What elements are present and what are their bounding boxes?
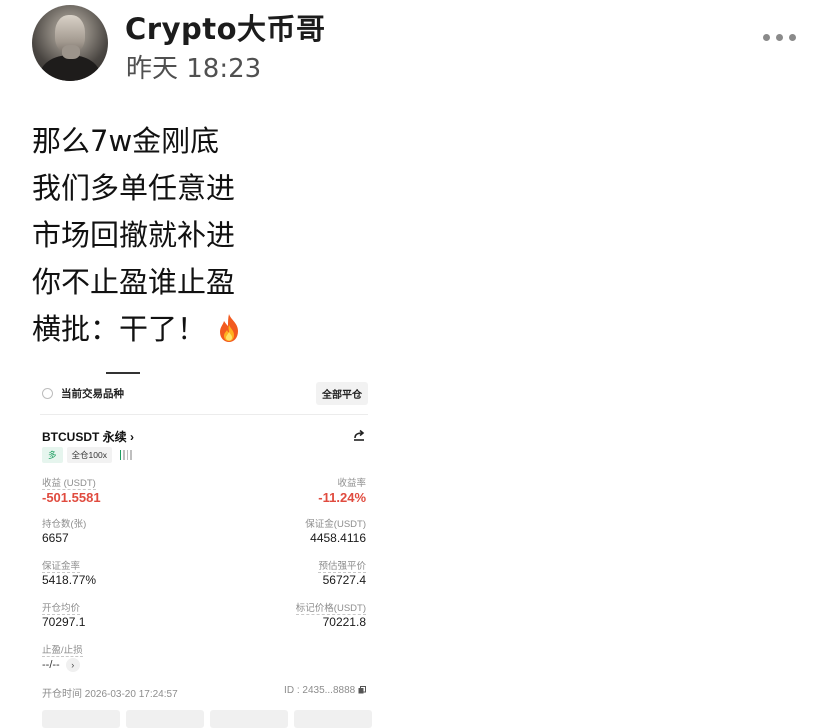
avatar-figure-hand — [62, 45, 80, 59]
symbol-name: BTCUSDT 永续 — [42, 430, 127, 444]
action-button-1[interactable] — [42, 710, 120, 728]
open-time: 开仓时间 2026-03-20 17:24:57 — [42, 689, 178, 700]
chevron-right-icon: › — [130, 430, 135, 444]
leverage-level-bars — [119, 450, 132, 460]
tpsl-value: --/-- — [42, 659, 60, 671]
post-line-3: 市场回撤就补进 — [32, 218, 236, 252]
post-line-5: 横批：干了！ — [32, 306, 242, 353]
chevron-right-icon[interactable]: › — [65, 658, 80, 672]
pnl-value: -501.5581 — [42, 490, 101, 505]
roi-label: 收益率 — [337, 478, 366, 489]
author-name[interactable]: Crypto大币哥 — [125, 6, 326, 48]
position-topbar: 当前交易品种 全部平仓 — [30, 381, 378, 407]
post-line-1: 那么7w金刚底 — [32, 124, 220, 158]
position-id[interactable]: ID : 2435...8888 — [284, 685, 366, 696]
symbol-link[interactable]: BTCUSDT 永续 › — [42, 428, 134, 445]
post-time: 昨天 18:23 — [126, 54, 262, 84]
tpsl-row[interactable]: --/-- › — [42, 658, 80, 672]
tab-indicator — [106, 372, 140, 374]
fire-icon — [220, 314, 239, 342]
size-value: 6657 — [42, 531, 69, 545]
current-symbol-radio[interactable] — [42, 388, 53, 399]
post-body: 那么7w金刚底 我们多单任意进 市场回撤就补进 你不止盈谁止盈 横批：干了！ — [32, 118, 242, 353]
close-all-button[interactable]: 全部平仓 — [316, 382, 368, 405]
liquidation-label: 预估强平价 — [318, 558, 366, 573]
divider — [40, 414, 368, 415]
long-badge: 多 — [42, 447, 63, 463]
mark-price-value: 70221.8 — [322, 615, 366, 629]
action-buttons-row — [42, 710, 372, 728]
post-line-5-text: 横批：干了！ — [32, 312, 207, 346]
liquidation-value: 56727.4 — [322, 573, 366, 587]
pnl-label: 收益 (USDT) — [42, 475, 96, 490]
margin-label: 保证金(USDT) — [305, 519, 366, 530]
ellipsis-icon[interactable] — [763, 34, 796, 41]
action-button-2[interactable] — [126, 710, 204, 728]
avatar[interactable] — [32, 5, 108, 81]
margin-mode-badge: 全仓100x — [66, 447, 112, 463]
current-symbol-label: 当前交易品种 — [61, 388, 124, 400]
entry-price-label: 开仓均价 — [42, 600, 81, 615]
copy-icon[interactable] — [358, 686, 366, 694]
post-line-4: 你不止盈谁止盈 — [32, 265, 236, 299]
action-button-3[interactable] — [210, 710, 288, 728]
tpsl-label: 止盈/止损 — [42, 642, 83, 657]
margin-ratio-label: 保证金率 — [42, 558, 81, 573]
position-id-text: ID : 2435...8888 — [284, 685, 356, 696]
mark-price-label: 标记价格(USDT) — [295, 600, 366, 615]
position-badges: 多 全仓100x — [42, 447, 132, 463]
roi-value: -11.24% — [318, 490, 366, 505]
entry-price-value: 70297.1 — [42, 615, 86, 629]
position-screenshot: 当前交易品种 全部平仓 BTCUSDT 永续 › 多 全仓100x 收益 (US… — [30, 372, 378, 728]
post-line-2: 我们多单任意进 — [32, 171, 236, 205]
action-button-4[interactable] — [294, 710, 372, 728]
margin-value: 4458.4116 — [310, 531, 366, 545]
size-label: 持仓数(张) — [42, 519, 87, 530]
share-icon[interactable] — [352, 428, 366, 442]
margin-ratio-value: 5418.77% — [42, 573, 97, 587]
